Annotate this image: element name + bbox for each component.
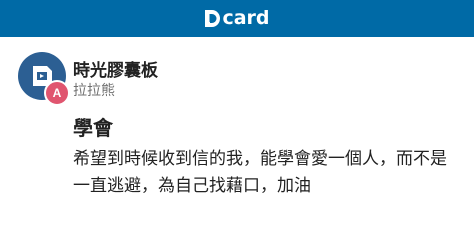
dcard-d-logo-icon xyxy=(205,10,221,27)
post-avatar-group[interactable]: A xyxy=(18,52,70,106)
top-header-bar: card xyxy=(0,0,474,37)
post-body: 希望到時候收到信的我，能學會愛一個人，而不是一直逃避，為自己找藉口，加油 xyxy=(73,149,447,196)
author-avatar[interactable]: A xyxy=(44,80,70,106)
board-name[interactable]: 時光膠囊板 xyxy=(73,56,158,81)
author-name[interactable]: 拉拉熊 xyxy=(73,80,115,100)
brand-text: card xyxy=(222,7,270,29)
post-title: 學會 xyxy=(73,116,113,140)
dcard-logo[interactable]: card xyxy=(204,7,270,29)
